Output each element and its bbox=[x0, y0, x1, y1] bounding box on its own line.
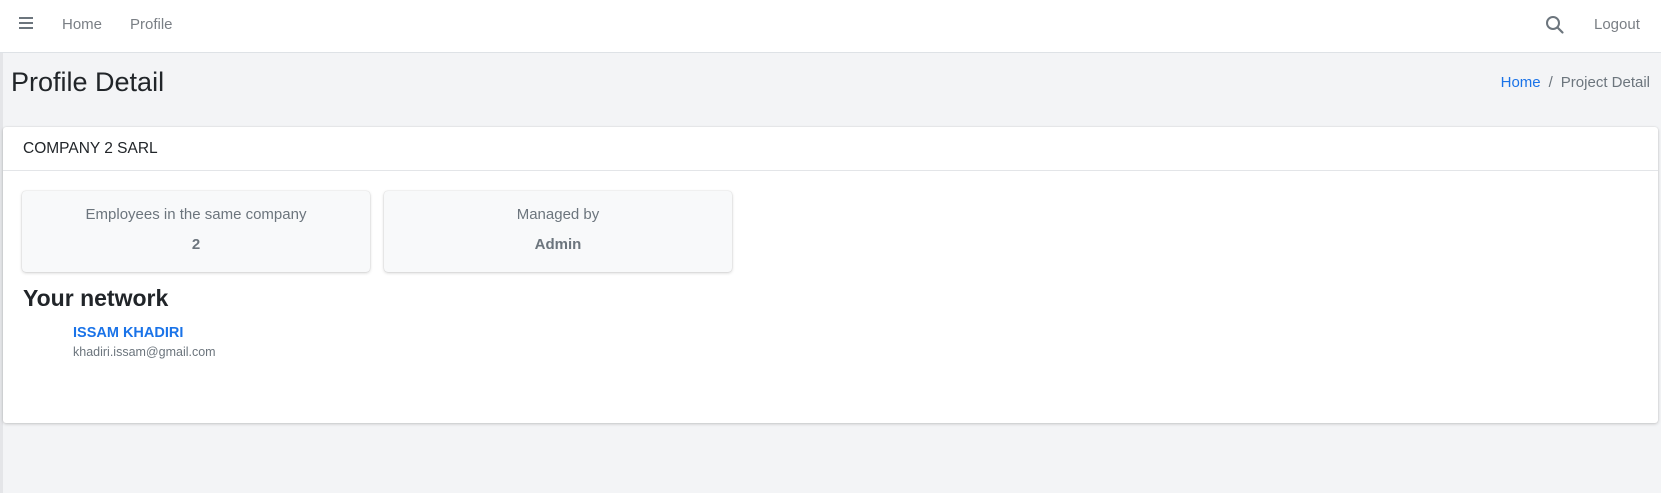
breadcrumb: Home / Project Detail bbox=[1501, 74, 1650, 91]
search-icon[interactable] bbox=[1545, 15, 1565, 35]
nav-link-profile[interactable]: Profile bbox=[130, 16, 173, 33]
company-card: COMPANY 2 SARL Employees in the same com… bbox=[3, 127, 1658, 423]
managed-by-value: Admin bbox=[534, 236, 582, 253]
network-title: Your network bbox=[23, 285, 169, 311]
managed-by-box: Managed by Admin bbox=[384, 191, 732, 272]
company-name-header: COMPANY 2 SARL bbox=[3, 127, 1658, 171]
hamburger-icon[interactable] bbox=[19, 17, 34, 31]
top-navbar: Home Profile Logout bbox=[0, 0, 1661, 53]
breadcrumb-current: Project Detail bbox=[1560, 74, 1650, 91]
managed-by-label: Managed by bbox=[516, 206, 600, 223]
employees-count-box: Employees in the same company 2 bbox=[22, 191, 370, 272]
network-contact-name[interactable]: ISSAM KHADIRI bbox=[73, 325, 183, 341]
logout-button[interactable]: Logout bbox=[1594, 16, 1640, 33]
breadcrumb-home-link[interactable]: Home bbox=[1501, 74, 1541, 91]
breadcrumb-separator: / bbox=[1548, 74, 1553, 91]
employees-count-label: Employees in the same company bbox=[85, 206, 307, 223]
nav-link-home[interactable]: Home bbox=[62, 16, 102, 33]
employees-count-value: 2 bbox=[191, 236, 201, 253]
page-title: Profile Detail bbox=[11, 67, 165, 97]
network-contact-email: khadiri.issam@gmail.com bbox=[73, 345, 216, 359]
